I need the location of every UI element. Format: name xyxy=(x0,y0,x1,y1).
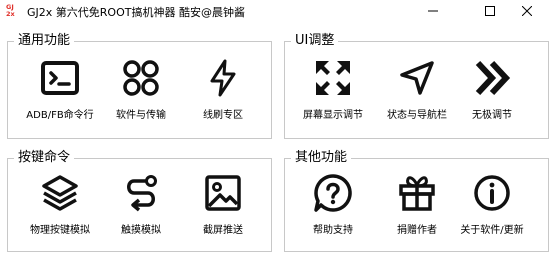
layers-icon xyxy=(42,175,78,211)
label-donate-author: 捐赠作者 xyxy=(397,225,437,236)
button-apps-transfer[interactable]: 软件与传输 xyxy=(98,55,184,122)
button-screenshot-push[interactable]: 截屏推送 xyxy=(180,170,266,237)
apps-grid-icon xyxy=(123,60,159,96)
window-title: GJ2x 第六代免ROOT搞机神器 酷安@晨钟酱 xyxy=(27,6,245,19)
close-button[interactable] xyxy=(504,0,550,22)
minimize-icon xyxy=(428,10,438,12)
button-stepless-adjust[interactable]: 无极调节 xyxy=(449,55,535,122)
label-screen-display: 屏幕显示调节 xyxy=(303,110,363,121)
label-stepless-adjust: 无极调节 xyxy=(472,110,512,121)
close-icon xyxy=(522,6,532,16)
lightning-icon xyxy=(210,59,236,97)
label-help-support: 帮助支持 xyxy=(313,225,353,236)
gift-icon xyxy=(399,176,435,211)
button-help-support[interactable]: 帮助支持 xyxy=(290,170,376,237)
double-chevron-right-icon xyxy=(475,60,511,96)
label-status-nav-bar: 状态与导航栏 xyxy=(387,110,447,121)
svg-text:2x: 2x xyxy=(6,10,16,17)
button-screen-display[interactable]: 屏幕显示调节 xyxy=(290,55,376,122)
route-path-icon xyxy=(127,175,157,212)
title-bar: GJ 2x GJ2x 第六代免ROOT搞机神器 酷安@晨钟酱 xyxy=(0,0,550,22)
minimize-button[interactable] xyxy=(410,0,456,22)
navigation-arrow-icon xyxy=(400,61,434,95)
expand-arrows-icon xyxy=(316,61,350,95)
button-status-nav-bar[interactable]: 状态与导航栏 xyxy=(374,55,460,122)
label-touch-sim: 触摸模拟 xyxy=(121,225,161,236)
label-screenshot-push: 截屏推送 xyxy=(203,225,243,236)
label-adb-fastboot: ADB/FB命令行 xyxy=(26,110,94,121)
label-physical-keys: 物理按键模拟 xyxy=(30,225,90,236)
info-icon xyxy=(474,175,510,211)
image-icon xyxy=(205,175,241,211)
maximize-icon xyxy=(485,6,495,16)
help-chat-icon xyxy=(314,174,352,212)
label-flash-zone: 线刷专区 xyxy=(203,110,243,121)
button-donate-author[interactable]: 捐赠作者 xyxy=(374,170,460,237)
group-title-ui: UI调整 xyxy=(291,32,339,49)
button-touch-sim[interactable]: 触摸模拟 xyxy=(98,170,184,237)
button-adb-fastboot[interactable]: ADB/FB命令行 xyxy=(17,55,103,122)
group-title-general: 通用功能 xyxy=(14,32,75,49)
group-title-keys: 按键命令 xyxy=(14,149,75,166)
label-about-update: 关于软件/更新 xyxy=(460,225,524,236)
button-about-update[interactable]: 关于软件/更新 xyxy=(449,170,535,237)
group-title-other: 其他功能 xyxy=(291,149,352,166)
label-apps-transfer: 软件与传输 xyxy=(116,110,166,121)
app-logo-icon: GJ 2x xyxy=(6,3,16,17)
button-flash-zone[interactable]: 线刷专区 xyxy=(180,55,266,122)
button-physical-keys[interactable]: 物理按键模拟 xyxy=(17,170,103,237)
terminal-icon xyxy=(41,61,79,95)
